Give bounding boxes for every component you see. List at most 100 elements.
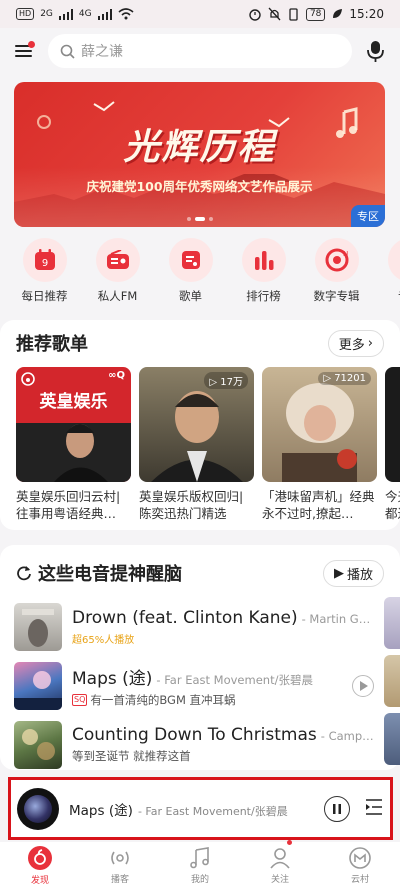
section-title: 推荐歌单 — [16, 334, 88, 355]
notification-dot — [28, 41, 35, 48]
status-bar: HD 2G 4G 78 15:20 — [0, 0, 400, 28]
user-icon — [270, 847, 290, 869]
search-placeholder: 薛之谦 — [81, 44, 123, 60]
banner-title: 光辉历程 — [123, 127, 276, 168]
play-count: 71201 — [334, 373, 366, 384]
playlist-card[interactable]: ▷ 17万 英皇娱乐版权回归|陈奕迅热门精选 — [139, 367, 254, 522]
tab-label: 发现 — [30, 875, 49, 886]
quick-nav: 9 每日推荐 私人FM 歌单 排行榜 N 数字专辑 专访 — [0, 238, 400, 312]
mute-bell-icon — [268, 7, 281, 21]
refresh-icon[interactable] — [16, 565, 32, 581]
song-row[interactable]: Drown (feat. Clinton Kane) - Martin Ga… … — [14, 597, 374, 656]
playlist-title: 今天都过 — [385, 489, 400, 521]
battery-indicator: 78 — [305, 7, 326, 21]
tab-follow[interactable]: 关注 — [240, 840, 320, 888]
play-count-badge: ▷ 17万 — [204, 372, 248, 389]
vibrate-icon — [289, 7, 298, 21]
banner-pagination — [14, 217, 385, 221]
banner-subtitle: 庆祝建党100周年优秀网络文艺作品展示 — [86, 179, 313, 194]
alarm-icon — [249, 9, 261, 21]
mini-player[interactable]: Maps (途) - Far East Movement/张碧晨 — [8, 777, 393, 840]
voice-search-button[interactable] — [364, 39, 388, 63]
playlist-queue-button[interactable] — [364, 798, 384, 820]
playlist-title: 「港味留声机」经典永不过时,撩起… — [262, 489, 375, 521]
now-playing-disc — [17, 787, 59, 830]
netease-logo-icon — [21, 372, 35, 386]
song-row[interactable]: Counting Down To Christmas - Camps… 等到圣诞… — [14, 715, 374, 774]
tab-cloud-village[interactable]: 云村 — [320, 842, 400, 888]
play-icon — [359, 680, 368, 691]
cloud-village-icon — [349, 846, 371, 869]
quick-nav-fm[interactable]: 私人FM — [81, 238, 154, 312]
playlist-cover: ▷ 17万 — [139, 367, 254, 482]
playlist-title: 英皇娱乐版权回归|陈奕迅热门精选 — [139, 489, 244, 521]
song-artist: - Camps… — [320, 729, 374, 743]
quick-nav-label: 每日推荐 — [21, 289, 68, 303]
tab-label: 我的 — [190, 874, 209, 885]
chart-bars-icon — [254, 251, 273, 270]
quick-nav-label: 排行榜 — [246, 289, 281, 303]
quick-nav-charts[interactable]: 排行榜 — [227, 238, 300, 312]
radio-icon — [106, 250, 129, 269]
song-title: Maps (途) — [72, 668, 153, 689]
play-all-button[interactable]: ▶ 播放 — [322, 559, 384, 587]
tab-podcast[interactable]: 播客 — [80, 842, 160, 888]
song-cover — [14, 661, 62, 710]
tab-discover[interactable]: 发现 — [0, 842, 80, 888]
music-note-icon — [190, 846, 209, 868]
pause-icon — [333, 803, 341, 814]
menu-button[interactable] — [12, 39, 36, 63]
calendar-day: 9 — [41, 258, 47, 269]
playlist-cover: 英皇娱乐 ∞Q — [16, 367, 131, 482]
signal-2-icon — [97, 8, 112, 20]
playlist-title: 英皇娱乐回归云村|往事用粤语经典… — [16, 489, 121, 521]
svg-text:N: N — [343, 250, 348, 258]
play-count-badge: ▷ 71201 — [318, 372, 371, 385]
notification-dot — [287, 840, 292, 845]
next-card-peek — [384, 713, 400, 765]
search-input[interactable]: 薛之谦 — [48, 34, 352, 68]
playlist-card[interactable]: 今天都过 — [385, 367, 400, 522]
quick-nav-interview[interactable]: 专访 — [373, 238, 400, 312]
song-title: Counting Down To Christmas — [72, 725, 317, 745]
more-button[interactable]: 更多 › — [327, 329, 384, 357]
recommended-section: 推荐歌单 更多 › 英皇娱乐 ∞Q 英皇娱乐回归云村|往事用粤语经典… ▷ 17… — [0, 320, 400, 530]
quick-nav-daily[interactable]: 9 每日推荐 — [8, 238, 81, 312]
quick-nav-label: 私人FM — [97, 289, 138, 303]
more-label: 更多 — [338, 337, 365, 353]
quick-nav-digital-album[interactable]: N 数字专辑 — [300, 238, 373, 312]
top-bar: 薛之谦 — [0, 28, 400, 74]
play-all-label: 播放 — [346, 567, 373, 583]
leaf-icon — [333, 9, 343, 18]
playlist-card[interactable]: ▷ 71201 「港味留声机」经典永不过时,撩起… — [262, 367, 377, 522]
podcast-icon — [111, 851, 129, 864]
song-cover — [14, 602, 62, 651]
song-artist: - Martin Ga… — [301, 611, 374, 626]
pause-button[interactable] — [324, 795, 350, 822]
chevron-right-icon: › — [367, 335, 373, 351]
song-tag: 超65%人播放 — [72, 634, 135, 646]
cover-text: 英皇娱乐 — [39, 392, 108, 412]
now-playing-cover — [24, 794, 52, 823]
quick-nav-label: 歌单 — [179, 289, 202, 303]
playlist-card[interactable]: 英皇娱乐 ∞Q 英皇娱乐回归云村|往事用粤语经典… — [16, 367, 131, 522]
quick-nav-playlist[interactable]: 歌单 — [154, 238, 227, 312]
song-row[interactable]: Maps (途) - Far East Movement/张碧晨 SQ 有一首清… — [14, 656, 374, 715]
wifi-icon — [118, 8, 134, 20]
song-cover — [14, 720, 62, 769]
now-playing-title: Maps (途) — [69, 802, 133, 819]
microphone-icon — [367, 41, 384, 62]
next-card-peek — [384, 655, 400, 707]
banner-tag: 专区 — [351, 205, 385, 227]
promo-banner[interactable]: 光辉历程 庆祝建党100周年优秀网络文艺作品展示 专区 — [14, 82, 385, 227]
hd-badge: HD — [16, 8, 35, 20]
song-play-button[interactable] — [352, 674, 374, 697]
netease-logo-icon — [28, 845, 52, 870]
play-count: 17万 — [220, 377, 243, 388]
song-list-section: 这些电音提神醒脑 ▶ 播放 Drown (feat. Clinton Kane)… — [0, 545, 400, 770]
signal-1-label: 2G — [40, 9, 53, 19]
tab-label: 播客 — [110, 874, 129, 885]
song-title: Drown (feat. Clinton Kane) — [72, 607, 298, 628]
tab-mine[interactable]: 我的 — [160, 842, 240, 888]
tab-label: 云村 — [350, 874, 369, 885]
